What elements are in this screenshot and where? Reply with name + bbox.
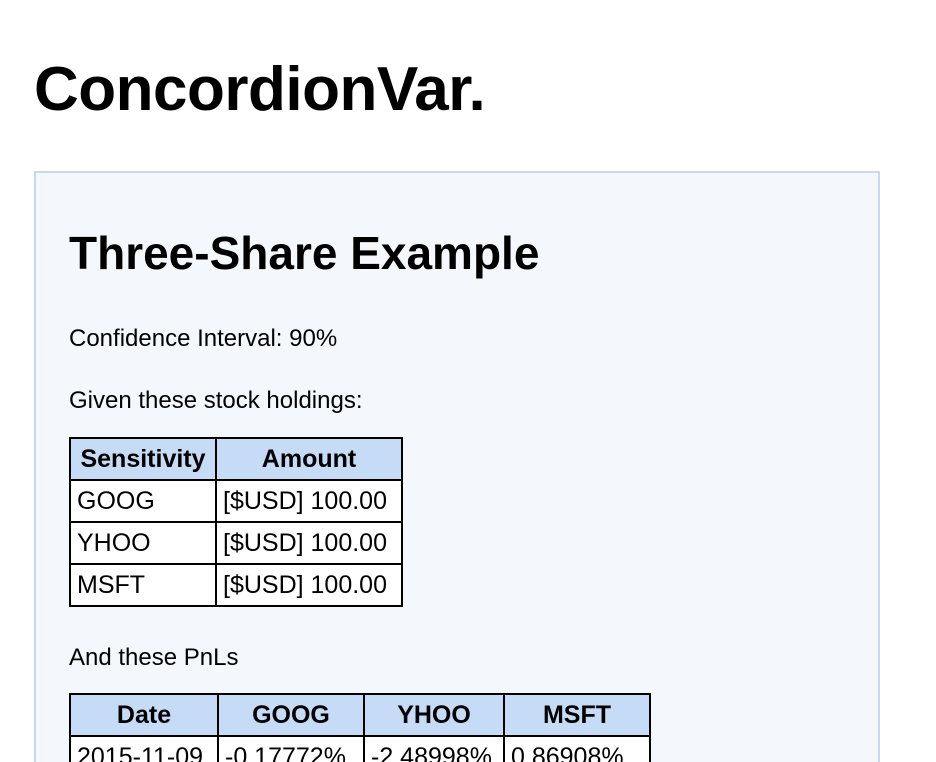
- pnl-cell-yhoo: -2.48998%: [363, 735, 505, 762]
- pnl-cell-msft: 0.86908%: [503, 735, 651, 762]
- pnl-header-msft: MSFT: [503, 693, 651, 737]
- holdings-intro-text: Given these stock holdings:: [69, 387, 363, 414]
- example-section: Three-Share Example Confidence Interval:…: [34, 171, 880, 762]
- pnl-header-row: Date GOOG YHOO MSFT: [69, 693, 651, 737]
- holdings-cell-sensitivity: YHOO: [69, 521, 217, 565]
- table-row: YHOO [$USD] 100.00: [69, 521, 403, 565]
- table-row: MSFT [$USD] 100.00: [69, 563, 403, 607]
- holdings-table: Sensitivity Amount GOOG [$USD] 100.00 YH…: [69, 437, 403, 607]
- pnl-header-goog: GOOG: [217, 693, 365, 737]
- page: ConcordionVar. Three-Share Example Confi…: [0, 0, 936, 762]
- pnl-cell-date: 2015-11-09: [69, 735, 219, 762]
- example-title: Three-Share Example: [69, 227, 540, 279]
- holdings-cell-amount: [$USD] 100.00: [215, 521, 403, 565]
- holdings-header-row: Sensitivity Amount: [69, 437, 403, 481]
- pnl-cell-goog: -0.17772%: [217, 735, 365, 762]
- pnl-table: Date GOOG YHOO MSFT 2015-11-09 -0.17772%…: [69, 693, 651, 762]
- holdings-cell-amount: [$USD] 100.00: [215, 479, 403, 523]
- holdings-cell-amount: [$USD] 100.00: [215, 563, 403, 607]
- holdings-header-amount: Amount: [215, 437, 403, 481]
- table-row: GOOG [$USD] 100.00: [69, 479, 403, 523]
- holdings-cell-sensitivity: GOOG: [69, 479, 217, 523]
- pnl-header-yhoo: YHOO: [363, 693, 505, 737]
- confidence-interval-text: Confidence Interval: 90%: [69, 325, 338, 352]
- holdings-cell-sensitivity: MSFT: [69, 563, 217, 607]
- table-row: 2015-11-09 -0.17772% -2.48998% 0.86908%: [69, 735, 651, 762]
- pnl-header-date: Date: [69, 693, 219, 737]
- holdings-header-sensitivity: Sensitivity: [69, 437, 217, 481]
- pnls-intro-text: And these PnLs: [69, 644, 239, 671]
- page-title: ConcordionVar.: [34, 55, 486, 124]
